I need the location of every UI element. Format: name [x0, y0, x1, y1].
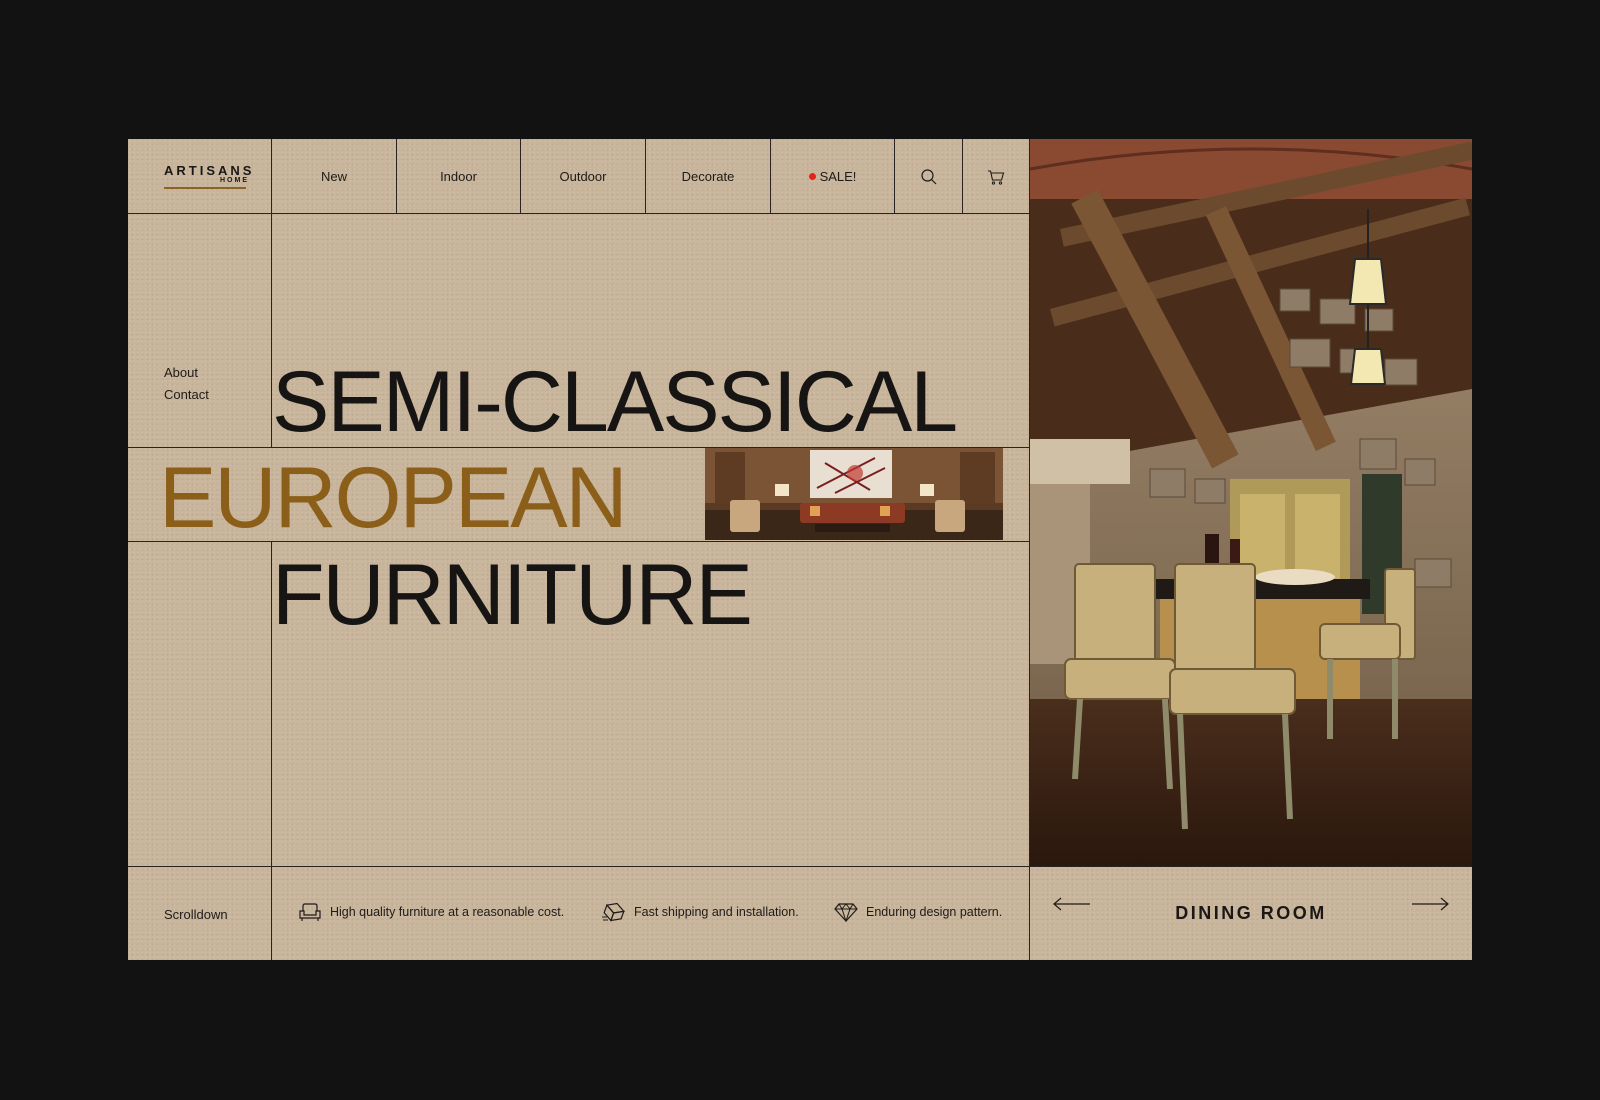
- nav-indoor[interactable]: Indoor: [397, 139, 520, 214]
- headline-line-3: FURNITURE: [272, 547, 753, 643]
- contact-link[interactable]: Contact: [164, 384, 209, 406]
- search-button[interactable]: [895, 139, 962, 214]
- sale-dot-icon: [808, 173, 816, 180]
- cart-icon: [988, 169, 1005, 185]
- dining-room-image: [1030, 139, 1472, 866]
- headline-line-2: EUROPEAN: [159, 450, 628, 546]
- shipping-box-icon: [602, 902, 625, 922]
- nav-outdoor[interactable]: Outdoor: [521, 139, 645, 214]
- search-icon: [920, 168, 936, 184]
- nav-new[interactable]: New: [272, 139, 396, 214]
- feature-design: Enduring design pattern.: [834, 892, 1002, 932]
- nav-sale-label: SALE!: [819, 169, 857, 184]
- nav-decorate[interactable]: Decorate: [646, 139, 770, 214]
- next-button[interactable]: [1411, 897, 1449, 916]
- logo-subtext: HOME: [220, 177, 249, 184]
- diamond-icon: [834, 903, 858, 922]
- about-link[interactable]: About: [164, 362, 209, 384]
- side-links: About Contact: [164, 362, 209, 406]
- armchair-icon: [299, 903, 321, 921]
- page-frame: ARTISANS HOME New Indoor Outdoor Decorat…: [128, 139, 1472, 960]
- cart-button[interactable]: [963, 139, 1029, 214]
- logo-underline: [164, 187, 246, 189]
- logo[interactable]: ARTISANS HOME: [164, 163, 255, 189]
- arrow-right-icon: [1412, 897, 1449, 911]
- feature-quality-text: High quality furniture at a reasonable c…: [330, 905, 565, 919]
- feature-design-text: Enduring design pattern.: [866, 905, 1003, 919]
- nav-sale[interactable]: SALE!: [771, 139, 894, 214]
- logo-text: ARTISANS: [164, 163, 255, 178]
- room-label: DINING ROOM: [1175, 902, 1327, 923]
- living-room-thumbnail[interactable]: [705, 448, 1003, 540]
- headline-line-1: SEMI-CLASSICAL: [272, 354, 958, 450]
- scrolldown-link[interactable]: Scrolldown: [164, 907, 228, 922]
- feature-quality: High quality furniture at a reasonable c…: [298, 892, 564, 932]
- feature-shipping: Fast shipping and installation.: [602, 892, 799, 932]
- feature-shipping-text: Fast shipping and installation.: [634, 905, 799, 919]
